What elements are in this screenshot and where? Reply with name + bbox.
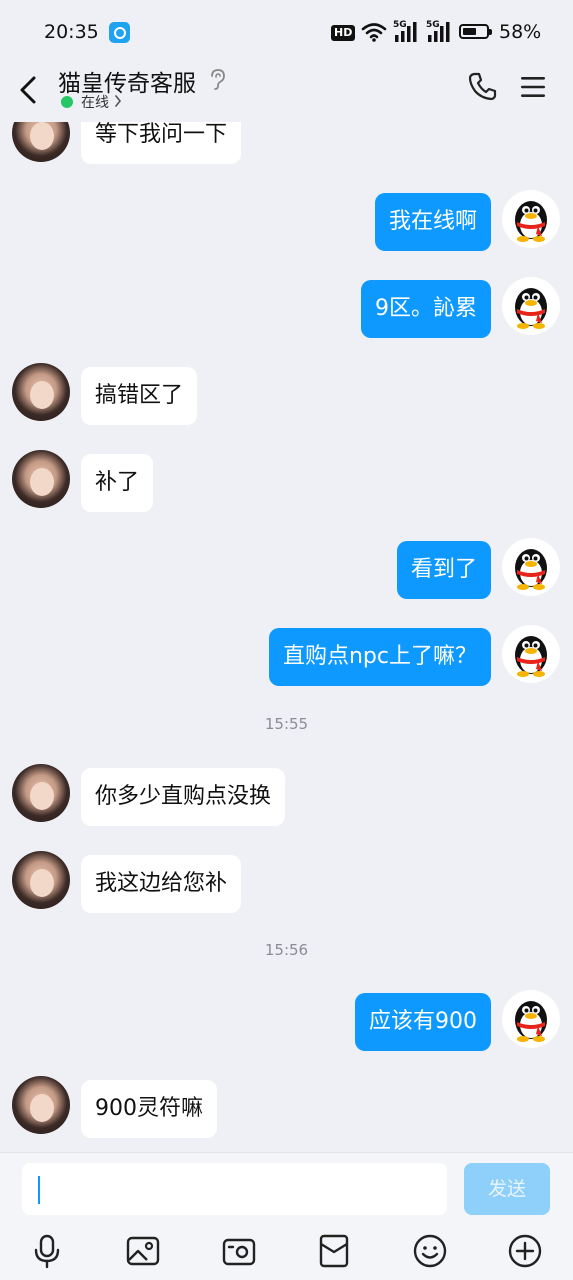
battery-percent: 58% — [499, 21, 542, 43]
online-status-label[interactable]: 在线 — [81, 92, 109, 112]
signal-icon — [395, 22, 417, 42]
outgoing-message-bubble[interactable]: 应该有900 — [355, 993, 491, 1051]
status-time: 20:35 — [44, 21, 99, 43]
chat-title[interactable]: 猫皇传奇客服 — [58, 64, 196, 98]
text-cursor — [38, 1176, 40, 1204]
wifi-icon — [361, 23, 387, 42]
app-notification-icon — [109, 22, 130, 43]
signal-icon — [428, 22, 450, 42]
camera-icon[interactable] — [221, 1233, 257, 1269]
earpiece-mode-icon — [211, 69, 225, 90]
user-avatar[interactable] — [502, 990, 560, 1048]
microphone-icon[interactable] — [29, 1233, 65, 1269]
contact-avatar[interactable] — [12, 363, 70, 421]
outgoing-message-bubble[interactable]: 9区。訫累 — [361, 280, 491, 338]
outgoing-message-bubble[interactable]: 我在线啊 — [374, 193, 491, 251]
outgoing-message-bubble[interactable]: 直购点npc上了嘛？ — [268, 628, 491, 686]
user-avatar[interactable] — [502, 190, 560, 248]
image-icon[interactable] — [125, 1233, 161, 1269]
online-status-dot — [61, 96, 73, 108]
qq-penguin-icon — [515, 636, 547, 677]
back-arrow-icon[interactable] — [14, 72, 44, 108]
send-button[interactable]: 发送 — [464, 1163, 550, 1215]
plus-icon[interactable] — [507, 1233, 543, 1269]
incoming-message-bubble[interactable]: 我这边给您补 — [81, 855, 242, 913]
hd-voice-badge: HD — [331, 25, 356, 41]
emoji-icon[interactable] — [412, 1233, 448, 1269]
menu-icon[interactable] — [519, 74, 547, 100]
status-bar: 20:35 HD 5G 5G 58% — [0, 0, 573, 64]
chat-screen: 等下我问一下 我在线啊 9区。訫累 搞错区了 补了 看到了 直购点npc上了嘛？… — [0, 0, 573, 1280]
battery-icon — [459, 24, 492, 39]
qq-penguin-icon — [515, 1001, 547, 1042]
contact-avatar[interactable] — [12, 764, 70, 822]
qq-penguin-icon — [515, 201, 547, 242]
message-input[interactable] — [22, 1163, 447, 1215]
user-avatar[interactable] — [502, 538, 560, 596]
battery-level — [463, 28, 476, 35]
timestamp-divider: 15:55 — [264, 715, 309, 733]
user-avatar[interactable] — [502, 625, 560, 683]
red-packet-icon[interactable] — [316, 1233, 352, 1269]
incoming-message-bubble[interactable]: 900灵符嘛 — [81, 1080, 217, 1138]
incoming-message-bubble[interactable]: 你多少直购点没换 — [81, 768, 286, 826]
timestamp-divider: 15:56 — [264, 941, 309, 959]
chevron-right-icon — [115, 95, 122, 107]
qq-penguin-icon — [515, 288, 547, 329]
input-area: 发送 — [0, 1152, 573, 1280]
contact-avatar[interactable] — [12, 1076, 70, 1134]
incoming-message-bubble[interactable]: 补了 — [81, 454, 154, 512]
user-avatar[interactable] — [502, 277, 560, 335]
outgoing-message-bubble[interactable]: 看到了 — [396, 541, 491, 599]
phone-call-icon[interactable] — [467, 70, 499, 102]
chat-header: 猫皇传奇客服 在线 — [0, 64, 573, 122]
contact-avatar[interactable] — [12, 851, 70, 909]
qq-penguin-icon — [515, 549, 547, 590]
message-list[interactable]: 等下我问一下 我在线啊 9区。訫累 搞错区了 补了 看到了 直购点npc上了嘛？… — [0, 0, 573, 1150]
contact-avatar[interactable] — [12, 450, 70, 508]
incoming-message-bubble[interactable]: 搞错区了 — [81, 367, 198, 425]
